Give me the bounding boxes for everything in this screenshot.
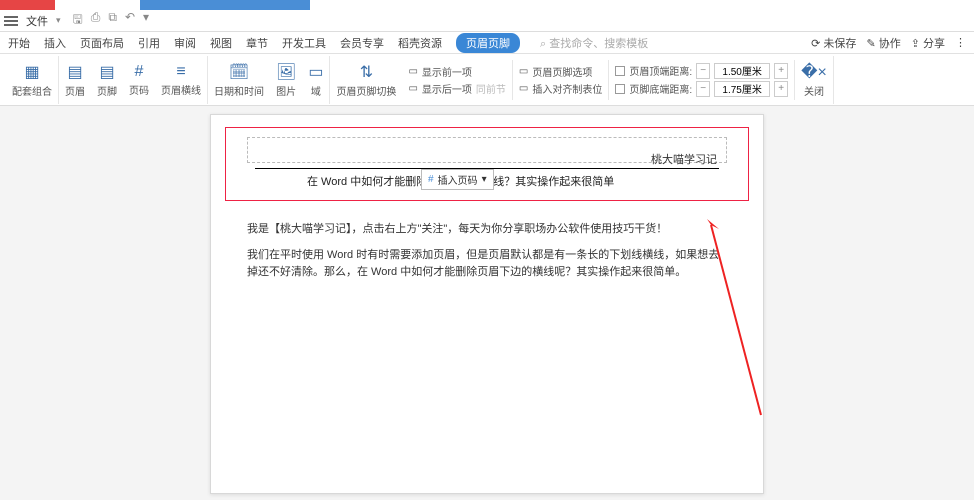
tab-icon[interactable]: ▭ <box>519 83 528 94</box>
hamburger-icon[interactable] <box>4 16 18 26</box>
tab-section[interactable]: 章节 <box>246 35 268 51</box>
same-prev[interactable]: 同前节 <box>476 81 506 96</box>
tab-review[interactable]: 审阅 <box>174 35 196 51</box>
grp-header[interactable]: ▤页眉 <box>59 56 91 104</box>
opt-icon[interactable]: ▭ <box>519 66 528 77</box>
grp-footer[interactable]: ▤页脚 <box>91 56 123 104</box>
tab-insert[interactable]: 插入 <box>44 35 66 51</box>
dec-top[interactable]: − <box>696 63 710 79</box>
print-icon[interactable]: ⎙ <box>91 10 101 31</box>
tab-resource[interactable]: 稻壳资源 <box>398 35 442 51</box>
menu-bar: 文件 ▾ 🖫 ⎙ ⧉ ↶ ▾ <box>0 10 974 32</box>
next-icon[interactable]: ▭ <box>408 83 417 94</box>
more-icon[interactable]: ⋮ <box>955 36 966 49</box>
tab-member[interactable]: 会员专享 <box>340 35 384 51</box>
redo-icon[interactable]: ▾ <box>143 10 149 31</box>
tab-start[interactable]: 开始 <box>8 35 30 51</box>
insert-pagenum-dropdown[interactable]: # 插入页码 ▾ <box>421 169 494 190</box>
quick-access: 🖫 ⎙ ⧉ ↶ ▾ <box>65 10 150 31</box>
workspace: ▤ 页眉 桃大喵学习记 在 Word 中如何才能删除页眉下边的横线？其实操作起来… <box>0 106 974 500</box>
ribbon: ▦配套组合 ▤页眉 ▤页脚 #页码 ≡页眉横线 🗓日期和时间 🖼图片 ▭域 ⇅页… <box>0 54 974 106</box>
caret-icon: ▾ <box>482 174 487 185</box>
share-button[interactable]: ⇪ 分享 <box>911 35 945 51</box>
header-text[interactable]: 桃大喵学习记 <box>255 151 719 169</box>
tab-reference[interactable]: 引用 <box>138 35 160 51</box>
tab-layout[interactable]: 页面布局 <box>80 35 124 51</box>
pagenum-label: 插入页码 <box>438 172 478 187</box>
inc-bot[interactable]: + <box>774 81 788 97</box>
check-top[interactable] <box>615 66 625 76</box>
grp-close[interactable]: �×关闭 <box>795 56 834 104</box>
save-icon[interactable]: 🖫 <box>73 10 83 31</box>
grp-options: ▭ 页眉页脚选项 ▭ 插入对齐制表位 <box>513 64 608 96</box>
dec-bot[interactable]: − <box>696 81 710 97</box>
title-bar <box>0 0 974 10</box>
tabs-row: 开始 插入 页面布局 引用 审阅 视图 章节 开发工具 会员专享 稻壳资源 页眉… <box>0 32 974 54</box>
preview-icon[interactable]: ⧉ <box>108 10 117 31</box>
input-top[interactable] <box>714 63 770 79</box>
grp-switch[interactable]: ⇅页眉页脚切换 <box>330 56 402 104</box>
pagenum-icon: # <box>428 174 434 185</box>
grp-combo[interactable]: ▦配套组合 <box>6 56 59 104</box>
page: 桃大喵学习记 在 Word 中如何才能删除页眉下边的横线？其实操作起来很简单 #… <box>210 114 764 494</box>
input-bot[interactable] <box>714 81 770 97</box>
paragraph-2: 我们在平时使用 Word 时有时需要添加页眉，但是页眉默认都是有一条长的下划线横… <box>247 247 727 280</box>
tab-devtools[interactable]: 开发工具 <box>282 35 326 51</box>
paragraph-1: 我是【桃大喵学习记】，点击右上方"关注"，每天为你分享职场办公软件使用技巧干货！ <box>247 221 727 238</box>
hf-options[interactable]: 页眉页脚选项 <box>532 64 592 79</box>
grp-headerline[interactable]: ≡页眉横线 <box>155 56 208 104</box>
grp-datetime[interactable]: 🗓日期和时间 <box>208 56 270 104</box>
prev-icon[interactable]: ▭ <box>408 66 417 77</box>
grp-prevnext: ▭ 显示前一项 ▭ 显示后一项同前节 <box>402 64 511 96</box>
show-next[interactable]: 显示后一项 <box>422 81 472 96</box>
grp-pagenum[interactable]: #页码 <box>123 56 155 104</box>
tab-header-footer[interactable]: 页眉页脚 <box>456 33 520 53</box>
check-bot[interactable] <box>615 84 625 94</box>
show-prev[interactable]: 显示前一项 <box>422 64 472 79</box>
caret-down-icon: ▾ <box>56 15 61 26</box>
undo-icon[interactable]: ↶ <box>125 10 135 31</box>
lbl-bot: 页脚底端距离: <box>629 81 692 96</box>
lbl-top: 页眉顶端距离: <box>629 63 692 78</box>
coop-button[interactable]: ✎ 协作 <box>866 35 900 51</box>
align-tab[interactable]: 插入对齐制表位 <box>532 81 602 96</box>
unsaved-indicator[interactable]: ⟳ 未保存 <box>811 35 856 51</box>
file-menu[interactable]: 文件 <box>22 13 52 29</box>
grp-distance: 页眉顶端距离:− + 页脚底端距离:− + <box>609 63 794 97</box>
grp-field[interactable]: ▭域 <box>302 56 330 104</box>
inc-top[interactable]: + <box>774 63 788 79</box>
search-box[interactable]: ⌕ 查找命令、搜索模板 <box>540 35 648 51</box>
tab-view[interactable]: 视图 <box>210 35 232 51</box>
grp-picture[interactable]: 🖼图片 <box>270 56 302 104</box>
